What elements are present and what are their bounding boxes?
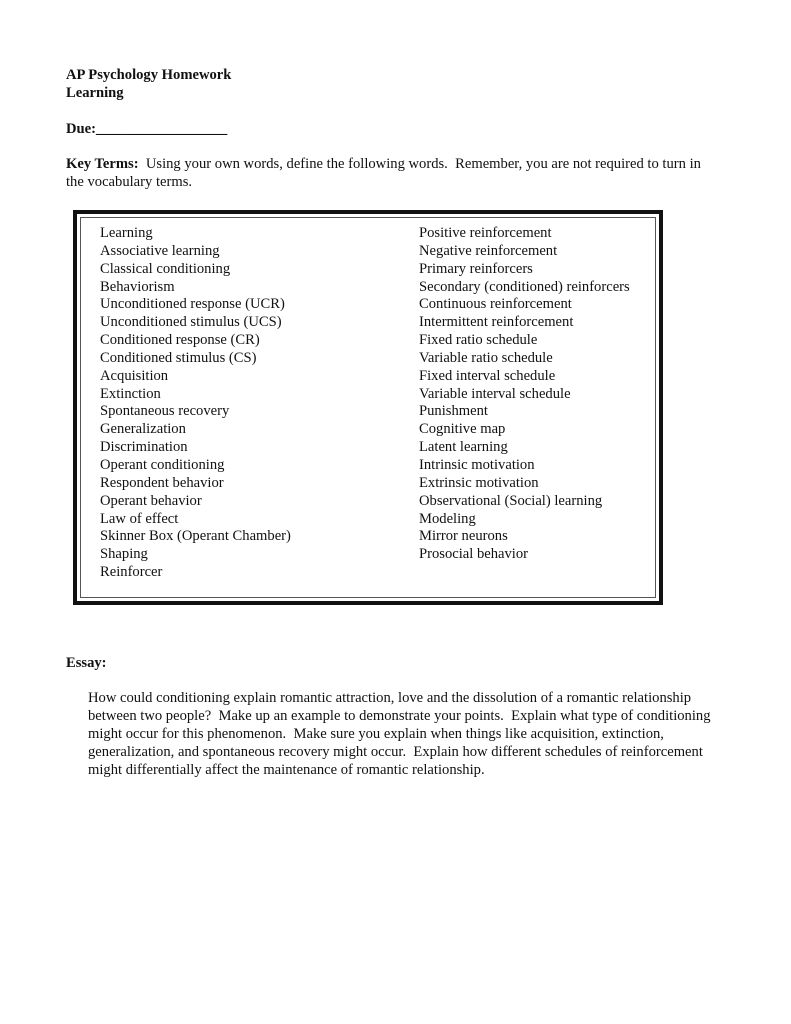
term-item: Mirror neurons bbox=[419, 528, 508, 545]
term-item: Observational (Social) learning bbox=[419, 492, 603, 509]
term-item: Extinction bbox=[100, 385, 161, 402]
term-item: Conditioned stimulus (CS) bbox=[100, 349, 257, 366]
term-item: Generalization bbox=[100, 421, 186, 438]
term-item: Respondent behavior bbox=[100, 474, 224, 491]
term-item: Intermittent reinforcement bbox=[419, 314, 574, 331]
term-item: Learning bbox=[100, 225, 153, 241]
term-item: Modeling bbox=[419, 510, 476, 527]
due-label: Due: bbox=[66, 121, 96, 137]
term-item: Fixed interval schedule bbox=[419, 367, 556, 384]
term-item: Latent learning bbox=[419, 439, 508, 456]
term-item: Cognitive map bbox=[419, 421, 506, 438]
term-item: Acquisition bbox=[100, 367, 169, 384]
document-title: AP Psychology Homework bbox=[66, 67, 232, 83]
term-item: Extrinsic motivation bbox=[419, 474, 539, 491]
term-item: Punishment bbox=[419, 403, 488, 420]
term-item: Skinner Box (Operant Chamber) bbox=[100, 528, 291, 545]
term-item: Operant conditioning bbox=[100, 456, 225, 473]
term-item: Classical conditioning bbox=[100, 260, 231, 277]
term-item: Fixed ratio schedule bbox=[419, 332, 538, 349]
term-item: Negative reinforcement bbox=[419, 242, 558, 259]
key-terms-instructions: Key Terms: Using your own words, define … bbox=[66, 155, 716, 191]
due-line: Due:__________________ bbox=[66, 120, 227, 138]
term-item: Law of effect bbox=[100, 510, 179, 527]
term-item: Unconditioned stimulus (UCS) bbox=[100, 314, 282, 331]
term-item: Variable ratio schedule bbox=[419, 349, 553, 366]
term-item: Continuous reinforcement bbox=[419, 296, 572, 313]
document-subtitle: Learning bbox=[66, 85, 124, 101]
key-terms-text: Using your own words, define the followi… bbox=[66, 156, 705, 190]
term-item: Reinforcer bbox=[100, 564, 163, 581]
term-item: Secondary (conditioned) reinforcers bbox=[419, 278, 630, 295]
due-blank: __________________ bbox=[96, 121, 228, 137]
term-item: Variable interval schedule bbox=[419, 385, 571, 402]
essay-prompt: How could conditioning explain romantic … bbox=[88, 690, 715, 778]
term-item: Shaping bbox=[100, 546, 148, 563]
document-page: AP Psychology Homework Learning Due:____… bbox=[0, 0, 791, 1024]
term-item: Associative learning bbox=[100, 242, 220, 259]
term-item: Primary reinforcers bbox=[419, 260, 533, 277]
terms-left-column: Learning Associative learning Classical co… bbox=[100, 225, 291, 582]
essay-label: Essay: bbox=[66, 655, 107, 671]
term-item: Operant behavior bbox=[100, 492, 202, 509]
term-item: Conditioned response (CR) bbox=[100, 332, 260, 349]
term-item: Discrimination bbox=[100, 439, 188, 456]
term-item: Unconditioned response (UCR) bbox=[100, 296, 285, 313]
term-item: Intrinsic motivation bbox=[419, 456, 535, 473]
term-item: Positive reinforcement bbox=[419, 225, 552, 241]
term-item: Prosocial behavior bbox=[419, 546, 529, 563]
terms-right-column: Positive reinforcement Negative reinforce… bbox=[419, 225, 630, 564]
term-item: Spontaneous recovery bbox=[100, 403, 230, 420]
key-terms-label: Key Terms: bbox=[66, 156, 139, 172]
term-item: Behaviorism bbox=[100, 278, 175, 295]
